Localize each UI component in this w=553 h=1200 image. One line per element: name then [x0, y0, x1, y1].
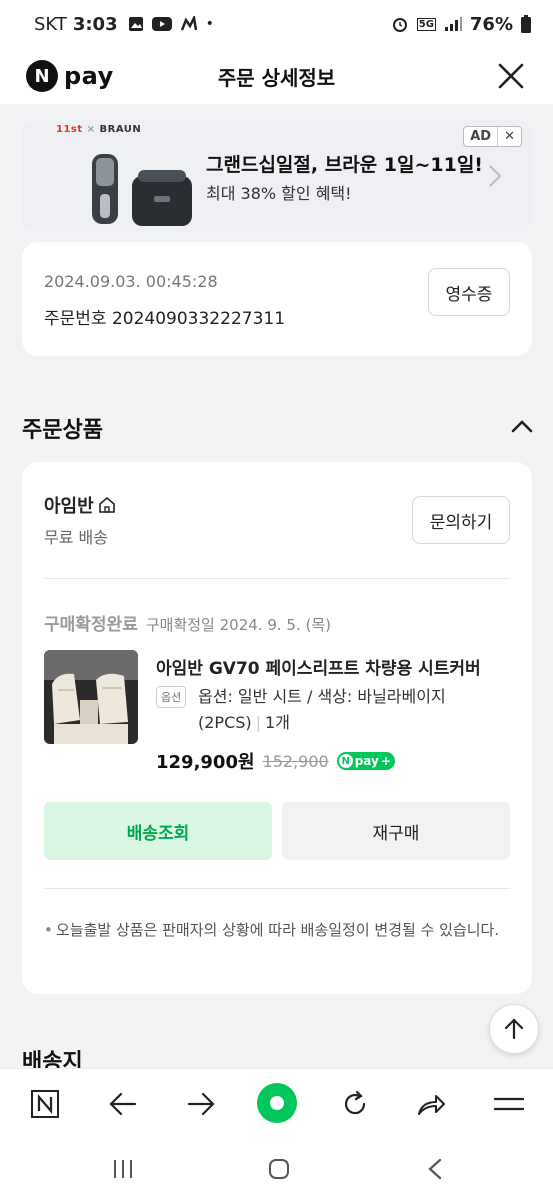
browser-toolbar: [0, 1068, 553, 1138]
naver-n-icon[interactable]: [28, 1087, 62, 1121]
quantity: 1개: [265, 713, 290, 732]
ad-subtext: 최대 38% 할인 혜택!: [206, 184, 352, 203]
ad-brand: 11st × BRAUN: [56, 124, 142, 135]
original-price: 152,900: [262, 751, 329, 771]
system-nav-bar: [0, 1138, 553, 1200]
back-arrow-icon[interactable]: [106, 1087, 140, 1121]
home-icon[interactable]: [264, 1154, 294, 1184]
ad-banner[interactable]: 11st × BRAUN 그랜드십일절, 브라운 1일~11일! 최대 38% …: [22, 120, 532, 232]
product-thumbnail[interactable]: [44, 650, 138, 744]
shipping-fee: 무료 배송: [44, 528, 108, 547]
ad-tag: AD ✕: [463, 126, 522, 147]
npay-plus-badge: N pay +: [336, 752, 395, 770]
alarm-icon: [392, 18, 407, 32]
notification-icons: •: [128, 16, 214, 32]
npay-badge-n-icon: N: [338, 754, 353, 768]
youtube-icon: [151, 17, 172, 31]
option-tag: 옵션: [156, 686, 187, 708]
order-number-row: 주문번호 2024090332227311: [44, 304, 285, 329]
order-number-label: 주문번호: [44, 309, 107, 329]
order-number: 2024090332227311: [111, 309, 286, 329]
price-row: 129,900원 152,900 N pay +: [156, 748, 395, 774]
shaver-product-image: [92, 154, 192, 226]
status-bar: SKT 3:03 • 5G 76%: [0, 0, 553, 48]
seller-name-row[interactable]: 아임반: [44, 492, 116, 518]
divider: [44, 578, 510, 579]
ad-brand-11st: 11st: [56, 124, 83, 135]
receipt-button[interactable]: 영수증: [428, 268, 510, 316]
back-icon[interactable]: [420, 1154, 450, 1184]
page-title: 주문 상세정보: [217, 65, 336, 90]
track-delivery-button[interactable]: 배송조회: [44, 802, 272, 860]
scroll-top-button[interactable]: [489, 1004, 539, 1054]
order-status-row: 구매확정완료 구매확정일 2024. 9. 5. (목): [44, 610, 331, 635]
order-datetime: 2024.09.03. 00:45:28: [44, 272, 218, 291]
home-dot-icon[interactable]: [257, 1083, 297, 1123]
product-name[interactable]: 아임반 GV70 페이스리프트 차량용 시트커버: [156, 654, 506, 679]
product-card: 아임반 무료 배송 문의하기 구매확정완료 구매확정일 2024. 9. 5. …: [22, 462, 532, 994]
app-bar: N pay 주문 상세정보: [0, 48, 553, 104]
rebuy-button[interactable]: 재구매: [282, 802, 510, 860]
npay-logo-text: pay: [64, 62, 114, 90]
battery-label: 76%: [469, 13, 513, 35]
menu-icon[interactable]: [492, 1087, 526, 1121]
store-home-icon: [98, 496, 115, 513]
chevron-right-icon: [489, 165, 502, 187]
order-info-card: 2024.09.03. 00:45:28 주문번호 20240903322273…: [22, 242, 532, 356]
gallery-icon: [128, 17, 143, 31]
npay-badge-text: pay: [354, 754, 379, 768]
ad-close-icon[interactable]: ✕: [497, 127, 521, 146]
share-icon[interactable]: [414, 1087, 448, 1121]
order-status: 구매확정완료: [44, 615, 138, 635]
seller-name: 아임반: [44, 496, 94, 517]
app-notification-icon: [180, 16, 197, 31]
option-text: 옵션: 일반 시트 / 색상: 바닐라베이지(2PCS): [198, 687, 446, 732]
plus-icon: +: [380, 754, 391, 768]
more-dot-icon: •: [205, 16, 214, 32]
arrow-up-icon: [504, 1018, 524, 1040]
section-title-products: 주문상품: [22, 418, 103, 443]
clock-label: 3:03: [72, 13, 118, 35]
home-dot: [270, 1096, 284, 1110]
delivery-note: 오늘출발 상품은 판매자의 상황에 따라 배송일정이 변경될 수 있습니다.: [44, 918, 510, 942]
confirm-date: 구매확정일 2024. 9. 5. (목): [145, 616, 331, 634]
ad-brand-braun: BRAUN: [99, 124, 142, 135]
chevron-up-icon[interactable]: [511, 418, 533, 434]
signal-icon: [444, 17, 462, 31]
carrier-label: SKT: [34, 13, 67, 35]
npay-logo-mark: N: [26, 60, 58, 92]
price: 129,900원: [156, 752, 255, 773]
inquiry-button[interactable]: 문의하기: [412, 496, 510, 544]
refresh-icon[interactable]: [338, 1087, 372, 1121]
ad-label: AD: [470, 129, 492, 144]
option-text-row: 옵션: 일반 시트 / 색상: 바닐라베이지(2PCS) | 1개: [198, 687, 446, 732]
npay-logo[interactable]: N pay: [26, 60, 114, 92]
network-icon: 5G: [416, 17, 436, 31]
divider: [44, 888, 510, 889]
forward-arrow-icon[interactable]: [184, 1087, 218, 1121]
close-icon[interactable]: [497, 62, 525, 90]
ad-headline: 그랜드십일절, 브라운 1일~11일!: [206, 154, 483, 176]
recents-icon[interactable]: [108, 1154, 138, 1184]
battery-icon: [521, 15, 531, 33]
